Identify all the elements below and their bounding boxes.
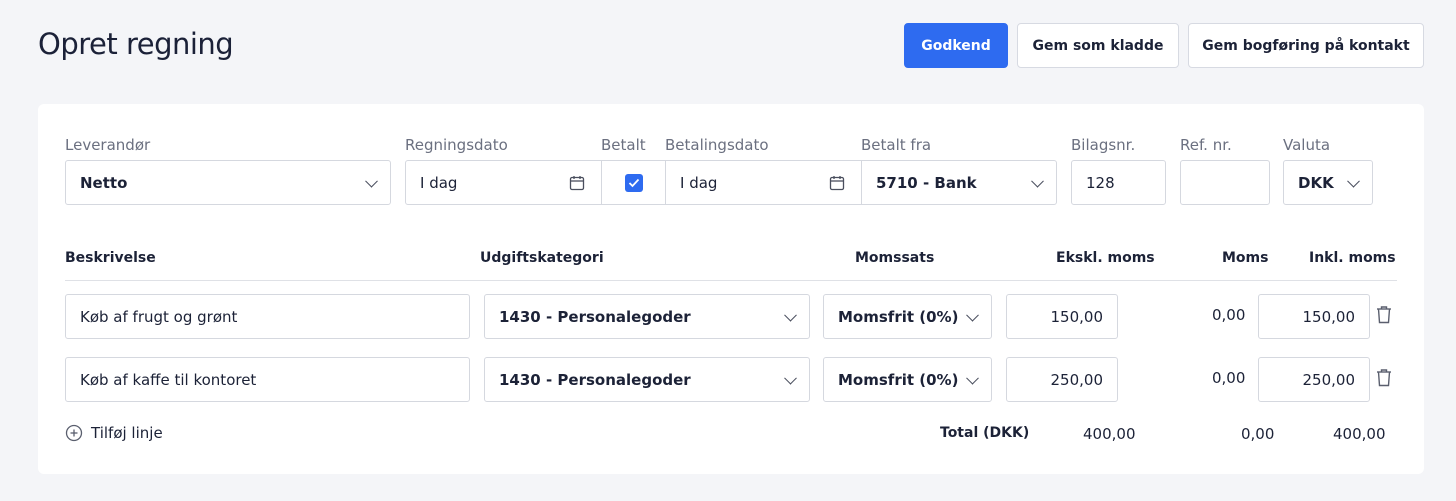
column-header-vat-rate: Momssats xyxy=(855,250,935,266)
total-vat: 0,00 xyxy=(1241,425,1275,443)
currency-select[interactable]: DKK xyxy=(1283,160,1373,205)
reference-number-input[interactable] xyxy=(1180,160,1270,205)
description-value: Køb af frugt og grønt xyxy=(80,307,238,326)
excl-vat-input[interactable]: 150,00 xyxy=(1006,294,1118,339)
voucher-number-value: 128 xyxy=(1086,173,1115,192)
chevron-down-icon xyxy=(784,308,797,322)
incl-vat-value: 250,00 xyxy=(1302,370,1356,389)
header-divider xyxy=(65,280,1397,281)
add-line-button[interactable]: Tilføj linje xyxy=(65,424,163,442)
plus-circle-icon xyxy=(65,424,83,442)
paid-from-value: 5710 - Bank xyxy=(876,173,977,192)
chevron-down-icon xyxy=(966,371,979,385)
payment-date-label: Betalingsdato xyxy=(665,136,769,154)
save-draft-button[interactable]: Gem som kladde xyxy=(1017,23,1179,68)
invoice-date-label: Regningsdato xyxy=(405,136,508,154)
category-select[interactable]: 1430 - Personalegoder xyxy=(484,357,810,402)
supplier-select[interactable]: Netto xyxy=(65,160,391,205)
invoice-date-field[interactable]: I dag xyxy=(405,160,602,205)
chevron-down-icon xyxy=(784,371,797,385)
column-header-incl-vat: Inkl. moms xyxy=(1309,250,1396,266)
incl-vat-input[interactable]: 250,00 xyxy=(1258,357,1370,402)
paid-checkbox-cell xyxy=(601,160,666,205)
paid-checkbox[interactable] xyxy=(624,173,643,192)
incl-vat-value: 150,00 xyxy=(1302,307,1356,326)
voucher-number-input[interactable]: 128 xyxy=(1071,160,1166,205)
approve-button[interactable]: Godkend xyxy=(904,23,1008,68)
excl-vat-value: 150,00 xyxy=(1050,307,1104,326)
column-header-description: Beskrivelse xyxy=(65,250,156,266)
chevron-down-icon xyxy=(966,308,979,322)
chevron-down-icon xyxy=(1347,174,1360,188)
add-line-label: Tilføj linje xyxy=(91,424,163,442)
description-input[interactable]: Køb af frugt og grønt xyxy=(65,294,470,339)
calendar-icon[interactable] xyxy=(829,175,845,191)
category-value: 1430 - Personalegoder xyxy=(499,370,691,389)
check-icon xyxy=(628,178,639,187)
currency-value: DKK xyxy=(1298,173,1334,192)
vat-amount: 0,00 xyxy=(1212,369,1246,387)
paid-label: Betalt xyxy=(601,136,646,154)
description-value: Køb af kaffe til kontoret xyxy=(80,370,257,389)
trash-icon[interactable] xyxy=(1375,368,1393,388)
calendar-icon[interactable] xyxy=(569,175,585,191)
paid-from-label: Betalt fra xyxy=(861,136,932,154)
page-title: Opret regning xyxy=(38,27,234,61)
total-excl-vat: 400,00 xyxy=(1083,425,1136,443)
chevron-down-icon xyxy=(365,174,378,188)
payment-date-value: I dag xyxy=(680,173,718,192)
vat-rate-select[interactable]: Momsfrit (0%) xyxy=(823,357,992,402)
save-posting-on-contact-button[interactable]: Gem bogføring på kontakt xyxy=(1188,23,1424,68)
category-value: 1430 - Personalegoder xyxy=(499,307,691,326)
total-label: Total (DKK) xyxy=(940,425,1030,441)
excl-vat-value: 250,00 xyxy=(1050,370,1104,389)
vat-amount: 0,00 xyxy=(1212,306,1246,324)
total-incl-vat: 400,00 xyxy=(1333,425,1386,443)
column-header-excl-vat: Ekskl. moms xyxy=(1056,250,1155,266)
vat-rate-select[interactable]: Momsfrit (0%) xyxy=(823,294,992,339)
voucher-number-label: Bilagsnr. xyxy=(1071,136,1136,154)
invoice-date-value: I dag xyxy=(420,173,458,192)
supplier-label: Leverandør xyxy=(65,136,151,154)
payment-date-field[interactable]: I dag xyxy=(665,160,862,205)
vat-rate-value: Momsfrit (0%) xyxy=(838,370,959,389)
column-header-vat: Moms xyxy=(1222,250,1269,266)
currency-label: Valuta xyxy=(1283,136,1331,154)
trash-icon[interactable] xyxy=(1375,305,1393,325)
paid-from-select[interactable]: 5710 - Bank xyxy=(861,160,1057,205)
excl-vat-input[interactable]: 250,00 xyxy=(1006,357,1118,402)
column-header-category: Udgiftskategori xyxy=(480,250,604,266)
description-input[interactable]: Køb af kaffe til kontoret xyxy=(65,357,470,402)
supplier-value: Netto xyxy=(80,173,128,192)
category-select[interactable]: 1430 - Personalegoder xyxy=(484,294,810,339)
vat-rate-value: Momsfrit (0%) xyxy=(838,307,959,326)
incl-vat-input[interactable]: 150,00 xyxy=(1258,294,1370,339)
reference-number-label: Ref. nr. xyxy=(1180,136,1232,154)
chevron-down-icon xyxy=(1031,174,1044,188)
